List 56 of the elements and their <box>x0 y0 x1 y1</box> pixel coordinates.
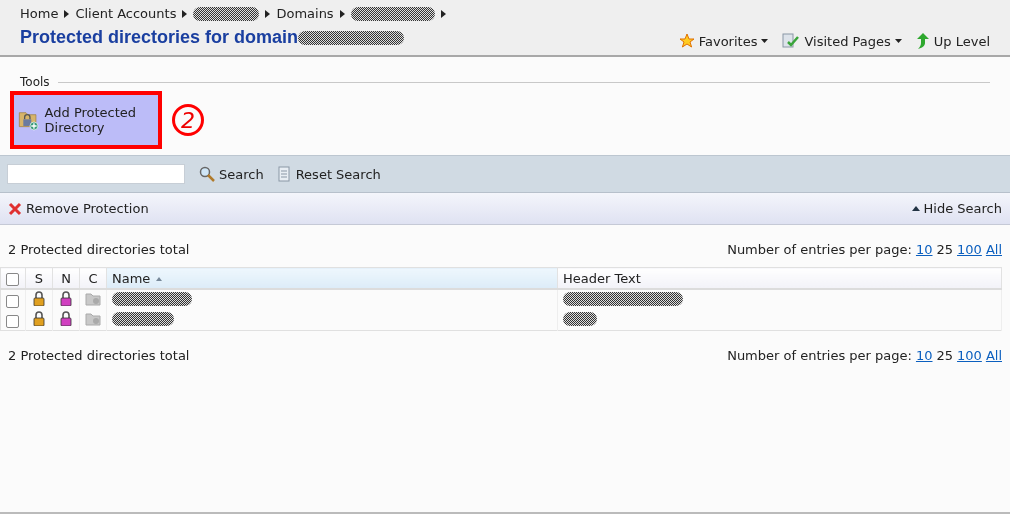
caret-icon <box>894 39 902 43</box>
per-page-option[interactable]: 25 <box>936 241 954 257</box>
folder-gear-icon <box>85 291 101 306</box>
redacted-text <box>193 6 260 21</box>
search-toolbar-button[interactable]: Search <box>199 166 264 182</box>
up-arrow-icon <box>915 33 930 49</box>
row-checkbox[interactable] <box>6 314 19 328</box>
per-page-option[interactable]: 100 <box>957 241 982 257</box>
chevron-up-icon <box>911 206 920 211</box>
toolbar-link[interactable]: Favorites <box>678 33 769 49</box>
per-page-label: Number of entries per page: <box>727 241 912 257</box>
padlock-icon <box>60 311 72 326</box>
annotation-number: 2 <box>172 104 204 136</box>
row-checkbox[interactable] <box>6 294 19 308</box>
section-title: Tools <box>20 75 50 89</box>
padlock-icon <box>60 291 72 306</box>
document-check-icon <box>782 33 801 49</box>
padlock-icon <box>33 291 45 306</box>
triangle-right-icon <box>182 9 188 18</box>
per-page-option[interactable]: All <box>985 347 1002 363</box>
toolbar-link[interactable]: Up Level <box>915 33 990 49</box>
search-field[interactable] <box>7 164 185 184</box>
padlock-icon <box>33 311 45 326</box>
folder-gear-icon <box>85 311 101 326</box>
per-page-option[interactable]: 10 <box>915 347 933 363</box>
sort-up-icon <box>156 277 163 281</box>
delete-x-icon <box>8 201 22 216</box>
per-page-option[interactable]: 100 <box>957 347 982 363</box>
star-icon <box>678 33 695 49</box>
redacted-text <box>563 311 597 326</box>
add-directory-button[interactable]: Add Protected Directory <box>10 91 162 149</box>
redacted-text <box>112 311 174 326</box>
document-icon <box>277 166 292 182</box>
per-page-label: Number of entries per page: <box>727 347 912 363</box>
search-icon <box>199 166 215 182</box>
per-page-option[interactable]: 10 <box>915 241 933 257</box>
breadcrumb-link[interactable]: Domains <box>276 6 334 21</box>
toolbar-link[interactable]: Visited Pages <box>782 33 902 49</box>
total-count: 2 Protected directories total <box>8 347 190 363</box>
breadcrumb-link[interactable]: Home <box>20 6 59 21</box>
triangle-right-icon <box>265 9 271 18</box>
triangle-right-icon <box>339 9 345 18</box>
search-toolbar-button[interactable]: Reset Search <box>277 166 381 182</box>
triangle-right-icon <box>64 9 70 18</box>
per-page-option[interactable]: 25 <box>936 347 954 363</box>
caret-icon <box>761 39 769 43</box>
breadcrumb-link[interactable]: Client Accounts <box>75 6 177 21</box>
column-header[interactable]: Header Text <box>563 270 641 286</box>
triangle-right-icon <box>440 9 446 18</box>
select-all-checkbox[interactable] <box>6 272 19 286</box>
page-title: Protected directories for domain <box>20 27 299 48</box>
hide-search-button[interactable]: Hide Search <box>911 201 1002 216</box>
remove-protection-button[interactable]: Remove Protection <box>8 201 149 216</box>
per-page-option[interactable]: All <box>985 241 1002 257</box>
total-count: 2 Protected directories total <box>8 241 190 257</box>
column-header[interactable]: Name <box>112 270 151 286</box>
